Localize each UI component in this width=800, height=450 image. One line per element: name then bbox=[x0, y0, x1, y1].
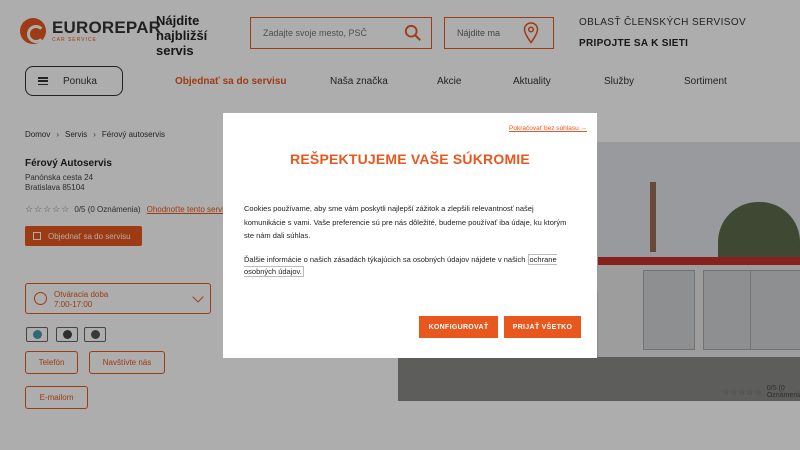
accept-all-button[interactable]: PRIJAŤ VŠETKO bbox=[504, 316, 581, 338]
cookie-consent-dialog: Pokračovať bez súhlasu → REŠPEKTUJEME VA… bbox=[223, 113, 597, 358]
continue-without-consent-link[interactable]: Pokračovať bez súhlasu → bbox=[509, 125, 587, 132]
privacy-info-text: Ďalšie informácie o našich zásadách týka… bbox=[244, 255, 526, 264]
cookie-dialog-title: REŠPEKTUJEME VAŠE SÚKROMIE bbox=[290, 151, 530, 167]
cookie-privacy-info: Ďalšie informácie o našich zásadách týka… bbox=[244, 254, 576, 278]
cookie-dialog-text: Cookies používame, aby sme vám poskytli … bbox=[244, 204, 567, 240]
configure-button[interactable]: KONFIGUROVAŤ bbox=[419, 316, 498, 338]
